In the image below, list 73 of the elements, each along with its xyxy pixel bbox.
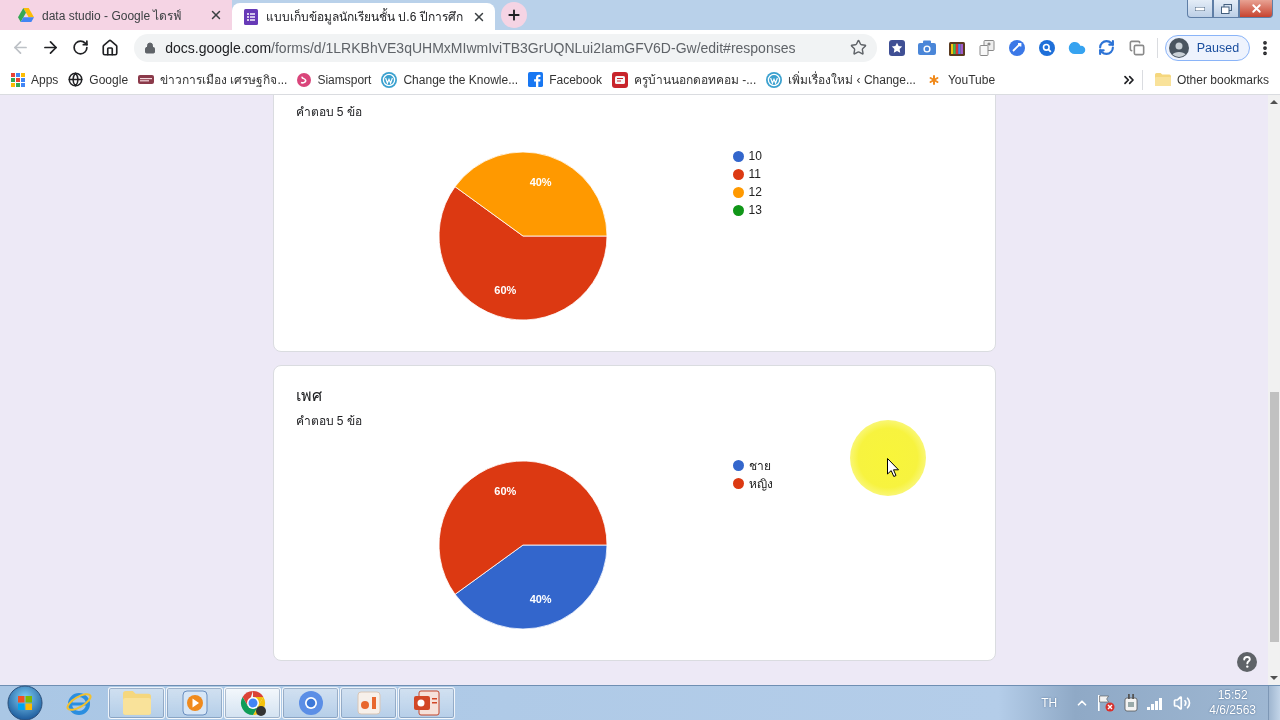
legend-label: 13 bbox=[748, 203, 762, 217]
bookmark-link[interactable]: Apps bbox=[6, 67, 64, 92]
legend-label: 12 bbox=[748, 185, 762, 199]
slice-label: 40% bbox=[529, 175, 552, 188]
taskbar-app-button[interactable] bbox=[224, 687, 281, 719]
news-logo-icon bbox=[138, 75, 155, 84]
copy-icon[interactable] bbox=[1128, 39, 1145, 56]
bookmark-link[interactable]: Siamsport bbox=[292, 67, 377, 92]
restore-icon bbox=[1220, 3, 1232, 14]
response-count: คำตอบ 5 ข้อ bbox=[295, 413, 363, 429]
browser-tab[interactable]: data studio - Google ไดรฟ์ bbox=[0, 0, 232, 30]
reload-icon[interactable] bbox=[72, 39, 90, 56]
slice-label: 60% bbox=[493, 284, 516, 297]
bookmark-link[interactable]: YouTube bbox=[920, 67, 1001, 92]
close-button[interactable] bbox=[1239, 0, 1273, 18]
circle-swoosh-icon[interactable] bbox=[1008, 39, 1025, 56]
start-orb-icon[interactable] bbox=[6, 684, 44, 720]
form-document-icon bbox=[244, 8, 258, 25]
legend-label: 11 bbox=[748, 167, 761, 181]
play-icon bbox=[181, 690, 208, 716]
help-icon[interactable] bbox=[1237, 652, 1257, 672]
folder-icon bbox=[1154, 72, 1171, 87]
address-bar[interactable]: docs.google.com/forms/d/1LRKBhVE3qUHMxMIwmIviTB3GrUQNLui2IamGFV6D-Gw/edit#responses bbox=[134, 33, 877, 62]
presentation-app-icon bbox=[355, 690, 382, 716]
badge-logo-icon bbox=[611, 71, 628, 88]
triangle-logo-icon bbox=[18, 8, 34, 22]
slice-label: 60% bbox=[493, 484, 516, 497]
lock-icon bbox=[144, 41, 157, 54]
browser-logo-icon bbox=[296, 689, 325, 717]
bookmark-link[interactable]: ครูบ้านนอกดอทคอม -... bbox=[606, 67, 762, 92]
bookmark-link[interactable]: Facebook bbox=[523, 67, 607, 92]
flag-icon[interactable] bbox=[1097, 694, 1116, 712]
legend-label: หญิง bbox=[748, 475, 773, 493]
browser-tab[interactable]: แบบเก็บข้อมูลนักเรียนชั้น ป.6 ปีการศึก bbox=[232, 3, 495, 30]
frames-icon[interactable] bbox=[978, 39, 995, 56]
slice-label: 40% bbox=[529, 593, 552, 606]
ring-logo-icon bbox=[381, 71, 398, 88]
legend-label: ชาย bbox=[748, 457, 771, 475]
sync-icon[interactable] bbox=[1098, 39, 1116, 56]
minimize-icon bbox=[1195, 6, 1205, 11]
search-icon[interactable] bbox=[1038, 39, 1055, 56]
square-logo-icon bbox=[528, 72, 544, 87]
ring-logo-icon bbox=[766, 71, 783, 88]
swirl-logo-icon bbox=[297, 72, 312, 87]
bookmark-link[interactable]: เพิ่มเรื่องใหม่ ‹ Change... bbox=[761, 67, 921, 92]
power-plug-icon[interactable] bbox=[1123, 694, 1140, 712]
url-text: docs.google.com/forms/d/1LRKBhVE3qUHMxMIwmIviTB3GrUQNLui2IamGFV6D-Gw/edit#responses bbox=[165, 39, 797, 56]
new-tab-button[interactable] bbox=[500, 2, 527, 28]
minimize-button[interactable] bbox=[1187, 0, 1213, 18]
slides-app-icon bbox=[412, 690, 441, 716]
bookmark-link[interactable]: Google bbox=[63, 67, 134, 92]
restore-button[interactable] bbox=[1213, 0, 1239, 18]
profile-button[interactable]: Paused bbox=[1164, 34, 1251, 61]
close-icon bbox=[209, 8, 223, 22]
tv-icon[interactable] bbox=[948, 39, 965, 56]
bookmark-folder-link[interactable]: Other bookmarks bbox=[1149, 67, 1274, 92]
close-icon bbox=[1249, 2, 1263, 15]
question-title: เพศ bbox=[295, 386, 323, 406]
mouse-pointer-icon bbox=[887, 458, 899, 477]
legend-label: 10 bbox=[748, 149, 762, 163]
apps-grid-icon bbox=[11, 72, 25, 87]
star-icon[interactable] bbox=[849, 39, 867, 56]
globe-icon bbox=[68, 72, 84, 87]
star-badge-icon[interactable] bbox=[888, 39, 905, 56]
scrollbar-thumb[interactable] bbox=[1269, 392, 1279, 642]
bookmark-link[interactable]: ข่าวการเมือง เศรษฐกิจ... bbox=[133, 67, 293, 92]
browser-logo-icon bbox=[238, 689, 267, 717]
folder-icon bbox=[122, 691, 151, 715]
home-icon[interactable] bbox=[101, 38, 120, 57]
response-count: คำตอบ 5 ข้อ bbox=[295, 104, 363, 120]
camera-icon[interactable] bbox=[917, 40, 936, 55]
bookmark-link[interactable]: Change the Knowle... bbox=[376, 67, 524, 92]
avatar-icon bbox=[1168, 37, 1189, 58]
